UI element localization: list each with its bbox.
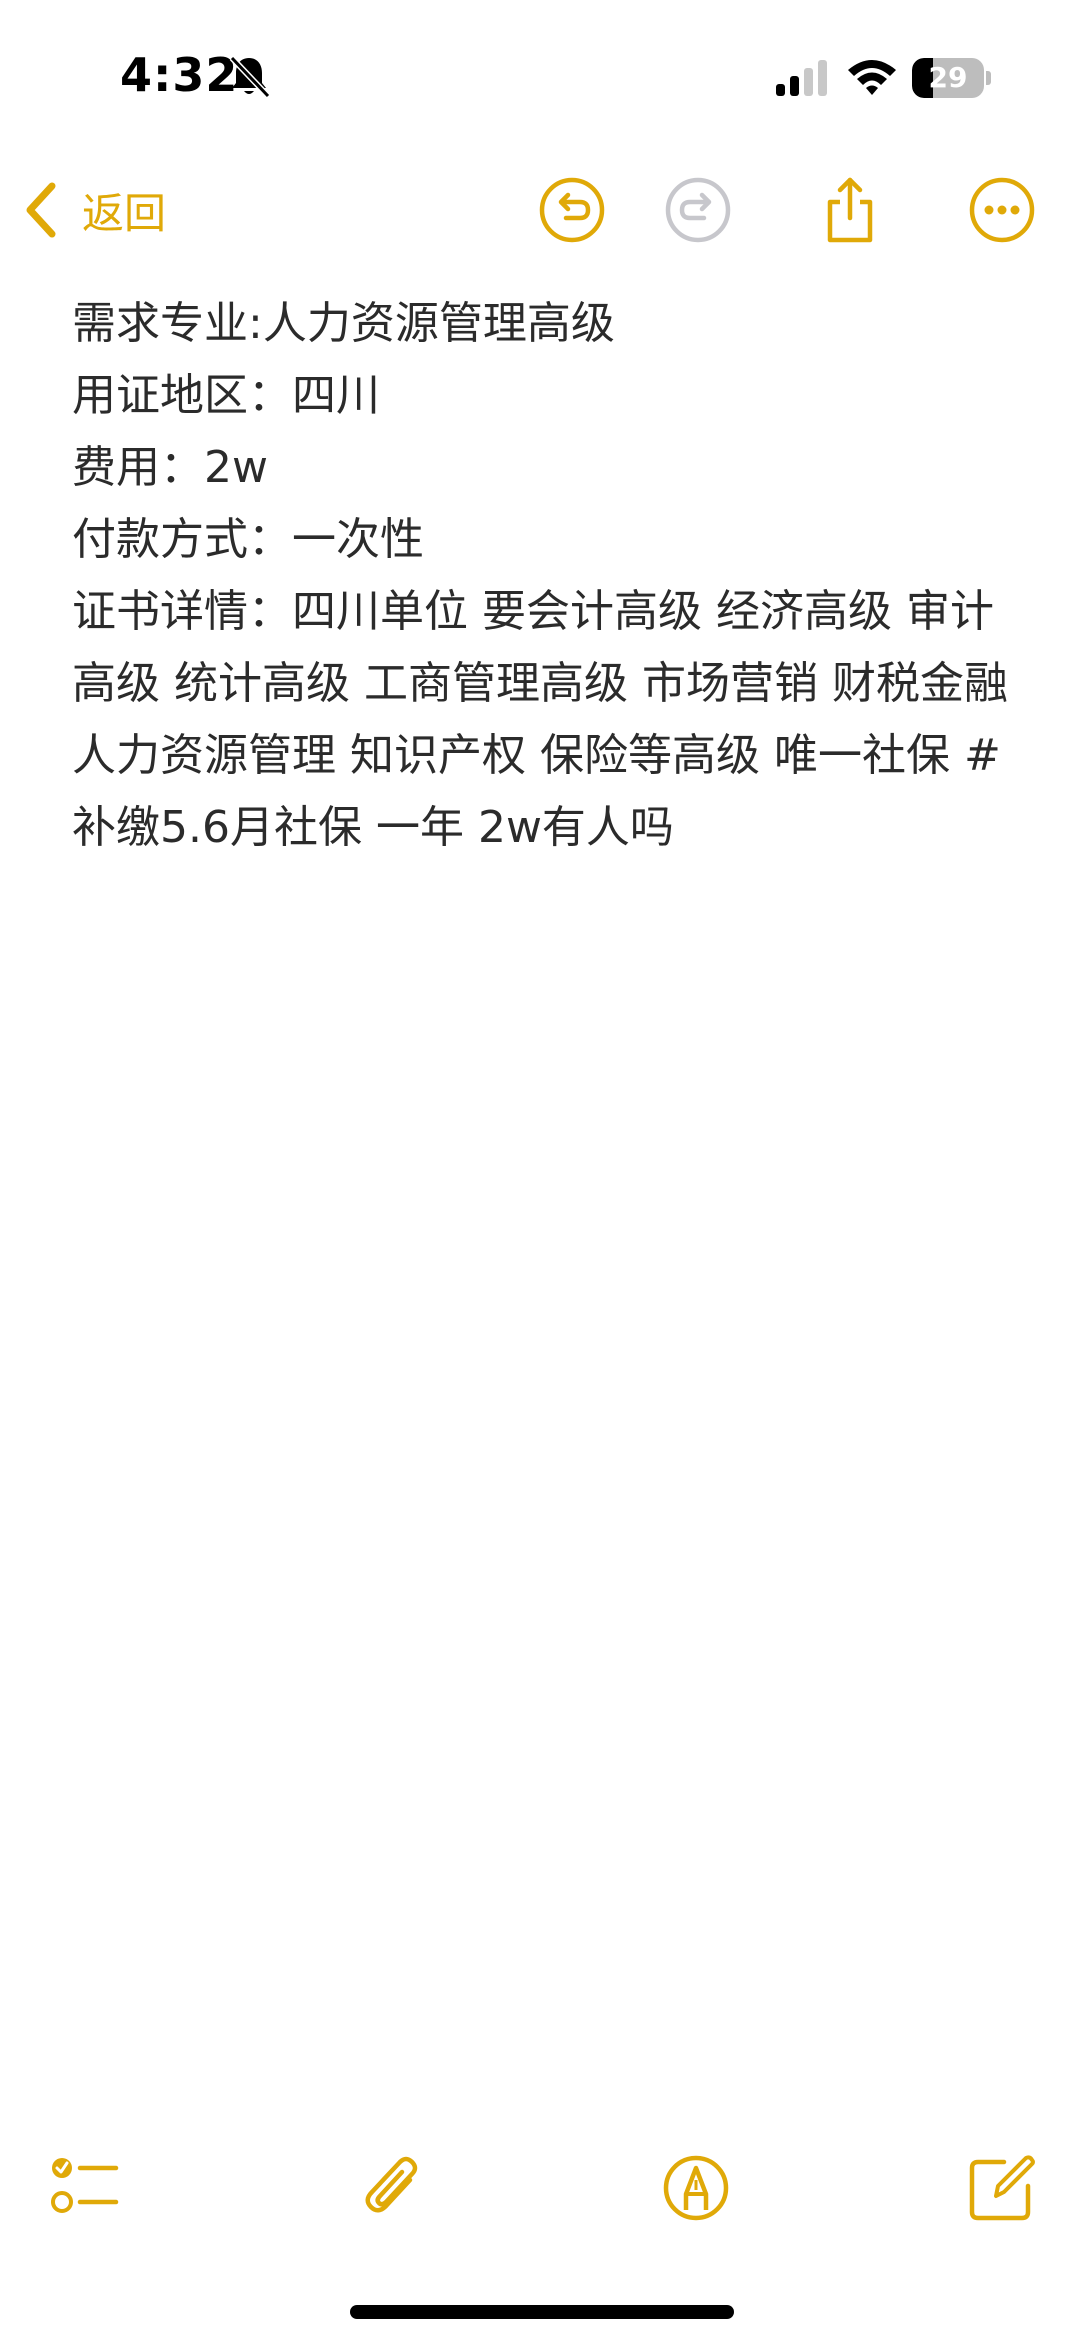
wifi-icon	[848, 60, 896, 95]
home-indicator[interactable]	[350, 2305, 734, 2319]
more-icon	[969, 177, 1035, 243]
undo-icon	[539, 177, 605, 243]
nav-bar: 返回	[0, 160, 1080, 260]
redo-icon	[665, 177, 731, 243]
undo-button[interactable]	[536, 174, 608, 246]
battery-body: 29	[912, 58, 984, 98]
back-button[interactable]: 返回	[20, 178, 166, 242]
status-bar: 4:32 29	[0, 0, 1080, 150]
more-button[interactable]	[966, 174, 1038, 246]
battery-cap	[986, 71, 991, 85]
chevron-left-icon	[26, 182, 56, 238]
attach-button[interactable]	[356, 2150, 432, 2226]
checklist-button[interactable]	[46, 2150, 122, 2226]
share-button[interactable]	[814, 174, 886, 246]
markup-pen-icon	[663, 2155, 729, 2221]
markup-button[interactable]	[658, 2150, 734, 2226]
note-line: 费用：2w	[72, 442, 268, 493]
note-line: 用证地区：四川	[72, 370, 380, 421]
share-icon	[827, 177, 873, 243]
bottom-toolbar	[0, 2150, 1080, 2230]
paperclip-icon	[365, 2156, 418, 2213]
note-body[interactable]: 需求专业:人力资源管理高级 用证地区：四川 费用：2w 付款方式：一次性 证书详…	[72, 288, 1022, 864]
status-time: 4:32	[120, 48, 239, 102]
back-label: 返回	[82, 188, 167, 238]
redo-button[interactable]	[662, 174, 734, 246]
battery-indicator: 29	[912, 58, 992, 98]
note-line: 证书详情：四川单位 要会计高级 经济高级 审计高级 统计高级 工商管理高级 市场…	[72, 586, 1022, 853]
note-line: 需求专业:人力资源管理高级	[72, 298, 615, 349]
signal-icon	[776, 60, 827, 96]
bell-slash-icon	[229, 55, 271, 99]
compose-icon	[969, 2155, 1035, 2221]
compose-button[interactable]	[964, 2150, 1040, 2226]
battery-level: 29	[928, 61, 968, 94]
note-line: 付款方式：一次性	[72, 514, 424, 565]
checklist-icon	[51, 2158, 119, 2213]
